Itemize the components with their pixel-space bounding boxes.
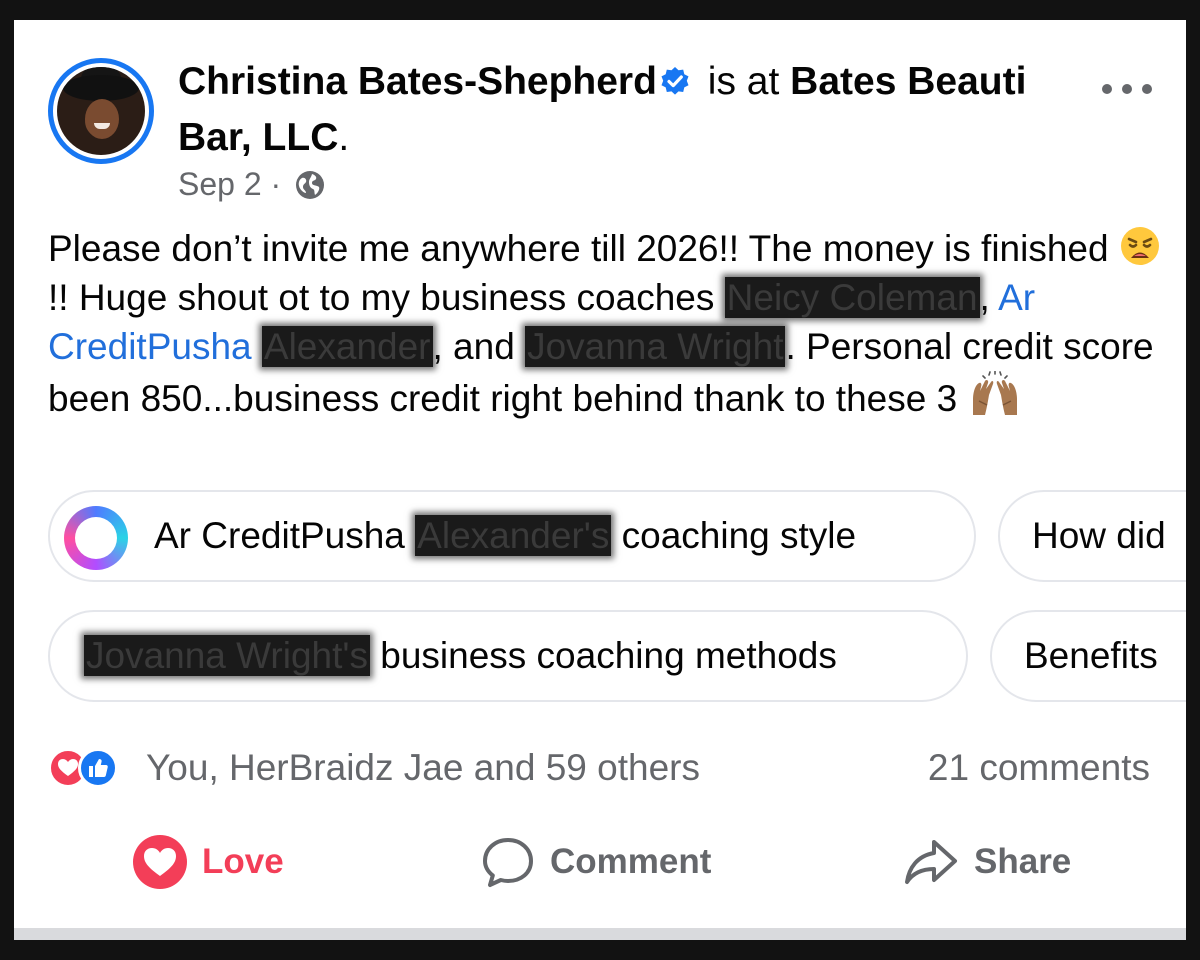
post-text-part: , and <box>432 326 526 367</box>
share-button[interactable]: Share <box>902 834 1071 890</box>
comment-button[interactable]: Comment <box>480 834 711 890</box>
share-arrow-icon <box>905 840 957 884</box>
comments-count[interactable]: 21 comments <box>928 746 1150 790</box>
share-label: Share <box>974 842 1072 881</box>
post-text-part: !! Huge shout ot to my business coaches <box>48 277 725 318</box>
love-label: Love <box>202 842 284 881</box>
reactors-text[interactable]: You, HerBraidz Jae and 59 others <box>146 746 700 790</box>
like-reaction-icon <box>78 748 118 788</box>
card-divider <box>14 918 1186 940</box>
ai-ring-icon <box>64 506 128 570</box>
post-header: Christina Bates-Shepherd is at Bates Bea… <box>178 54 1078 166</box>
post-meta: Sep 2 · <box>178 162 326 206</box>
globe-icon <box>296 171 325 199</box>
redacted-name: Neicy Coleman <box>724 277 980 318</box>
weary-face-emoji <box>1120 227 1159 265</box>
chip-text: business coaching methods <box>369 635 837 676</box>
comment-bubble-icon <box>483 838 533 887</box>
redacted-name: Jovanna Wright's <box>84 635 370 676</box>
chip-text: coaching style <box>611 515 857 556</box>
post-text-part: , <box>979 277 999 318</box>
meta-separator: · <box>270 166 282 202</box>
verified-badge-icon <box>661 67 689 95</box>
ai-suggestion-chip[interactable]: Jovanna Wright's business coaching metho… <box>48 610 968 702</box>
post-text-part: Please don’t invite me anywhere till 202… <box>48 228 1119 269</box>
ai-suggestion-chip[interactable]: How did <box>998 490 1186 582</box>
raising-hands-emoji <box>973 371 1018 415</box>
more-options-icon[interactable] <box>1102 72 1154 102</box>
redacted-name: Alexander's <box>415 515 612 556</box>
ai-suggestion-chip[interactable]: Ar CreditPusha Alexander's coaching styl… <box>48 490 976 582</box>
author-name[interactable]: Christina Bates-Shepherd <box>178 60 657 103</box>
author-avatar[interactable] <box>48 58 154 164</box>
checkin-prefix: is at <box>707 60 780 103</box>
place-suffix: . <box>338 116 350 159</box>
chip-text: Ar CreditPusha <box>154 515 416 556</box>
chip-text: Benefits <box>1024 635 1158 676</box>
comment-label: Comment <box>550 842 712 881</box>
redacted-name: Jovanna Wright <box>525 326 786 367</box>
love-button[interactable]: Love <box>132 834 284 890</box>
post-body: Please don’t invite me anywhere till 202… <box>48 224 1168 423</box>
ai-suggestion-chip[interactable]: Benefits <box>990 610 1186 702</box>
post-date[interactable]: Sep 2 <box>178 166 262 202</box>
chip-text: How did <box>1032 515 1166 556</box>
redacted-name: Alexander <box>261 326 433 367</box>
heart-icon <box>133 835 187 889</box>
avatar-photo <box>57 67 145 155</box>
post-card: Christina Bates-Shepherd is at Bates Bea… <box>14 20 1186 940</box>
